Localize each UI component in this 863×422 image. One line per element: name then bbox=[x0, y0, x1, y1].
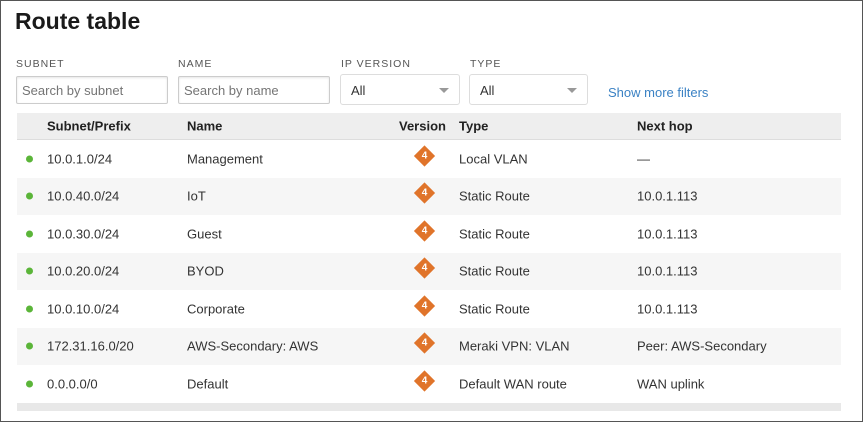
ipv4-badge-icon: 4 bbox=[413, 220, 436, 242]
ipv4-badge-icon: 4 bbox=[413, 370, 436, 392]
subnet-cell: 10.0.30.0/24 bbox=[47, 226, 120, 242]
ip-version-value: All bbox=[351, 83, 366, 98]
name-cell: Guest bbox=[187, 226, 222, 242]
chevron-down-icon bbox=[439, 88, 449, 93]
version-cell: 4 bbox=[421, 337, 428, 349]
name-cell: IoT bbox=[187, 188, 206, 204]
table-row[interactable]: 10.0.1.0/24 Management 4 Local VLAN — bbox=[17, 140, 841, 178]
next-hop-cell: Peer: AWS-Secondary bbox=[637, 338, 767, 354]
ipv4-badge-icon: 4 bbox=[413, 332, 436, 354]
name-cell: BYOD bbox=[187, 263, 224, 279]
horizontal-scrollbar[interactable] bbox=[17, 402, 841, 411]
version-cell: 4 bbox=[421, 150, 428, 162]
type-select[interactable]: All bbox=[469, 74, 588, 105]
route-table: Subnet/Prefix Name Version Type Next hop… bbox=[17, 113, 841, 411]
name-cell: Corporate bbox=[187, 301, 245, 317]
type-cell: Static Route bbox=[459, 301, 530, 317]
type-cell: Static Route bbox=[459, 188, 530, 204]
version-cell: 4 bbox=[421, 300, 428, 312]
column-header-next-hop[interactable]: Next hop bbox=[637, 119, 693, 134]
show-more-filters-link[interactable]: Show more filters bbox=[608, 85, 708, 100]
status-dot-icon bbox=[26, 155, 33, 163]
subnet-cell: 10.0.20.0/24 bbox=[47, 263, 120, 279]
version-cell: 4 bbox=[421, 375, 428, 387]
version-cell: 4 bbox=[421, 225, 428, 237]
type-cell: Meraki VPN: VLAN bbox=[459, 338, 570, 354]
table-row[interactable]: 172.31.16.0/20 AWS-Secondary: AWS 4 Mera… bbox=[17, 327, 841, 365]
next-hop-cell: WAN uplink bbox=[637, 376, 705, 392]
next-hop-cell: 10.0.1.113 bbox=[637, 301, 698, 317]
table-row[interactable]: 0.0.0.0/0 Default 4 Default WAN route WA… bbox=[17, 365, 841, 403]
type-cell: Static Route bbox=[459, 226, 530, 242]
type-filter-label: TYPE bbox=[470, 58, 502, 70]
ipv4-badge-icon: 4 bbox=[413, 295, 436, 317]
status-dot-icon bbox=[26, 342, 33, 350]
page-title: Route table bbox=[15, 8, 141, 34]
type-cell: Static Route bbox=[459, 263, 530, 279]
ip-version-select[interactable]: All bbox=[340, 74, 460, 105]
next-hop-cell: 10.0.1.113 bbox=[637, 226, 698, 242]
ip-version-filter-label: IP VERSION bbox=[341, 58, 411, 70]
name-cell: Default bbox=[187, 376, 229, 392]
version-cell: 4 bbox=[421, 187, 428, 199]
status-dot-icon bbox=[26, 192, 33, 200]
chevron-down-icon bbox=[567, 88, 577, 93]
subnet-cell: 0.0.0.0/0 bbox=[47, 376, 98, 392]
table-row[interactable]: 10.0.30.0/24 Guest 4 Static Route 10.0.1… bbox=[17, 215, 841, 253]
subnet-cell: 10.0.1.0/24 bbox=[47, 151, 113, 167]
next-hop-cell: — bbox=[637, 151, 650, 167]
ipv4-badge-icon: 4 bbox=[413, 182, 436, 204]
name-filter-label: NAME bbox=[178, 58, 213, 70]
next-hop-cell: 10.0.1.113 bbox=[637, 263, 698, 279]
ipv4-badge-icon: 4 bbox=[413, 257, 436, 279]
next-hop-cell: 10.0.1.113 bbox=[637, 188, 698, 204]
status-dot-icon bbox=[26, 230, 33, 238]
column-header-version[interactable]: Version bbox=[399, 119, 446, 134]
table-row[interactable]: 10.0.40.0/24 IoT 4 Static Route 10.0.1.1… bbox=[17, 177, 841, 215]
ipv4-badge-icon: 4 bbox=[413, 145, 436, 167]
type-cell: Default WAN route bbox=[459, 376, 567, 392]
column-header-name[interactable]: Name bbox=[187, 119, 222, 134]
name-cell: AWS-Secondary: AWS bbox=[187, 338, 319, 354]
type-value: All bbox=[480, 83, 495, 98]
column-header-subnet[interactable]: Subnet/Prefix bbox=[47, 119, 131, 134]
status-dot-icon bbox=[26, 267, 33, 275]
column-header-type[interactable]: Type bbox=[459, 119, 488, 134]
type-cell: Local VLAN bbox=[459, 151, 528, 167]
subnet-search-input[interactable] bbox=[16, 76, 168, 104]
subnet-cell: 10.0.10.0/24 bbox=[47, 301, 120, 317]
version-cell: 4 bbox=[421, 262, 428, 274]
name-search-input[interactable] bbox=[178, 76, 330, 104]
subnet-filter-label: SUBNET bbox=[16, 58, 65, 70]
table-header: Subnet/Prefix Name Version Type Next hop bbox=[17, 113, 841, 140]
status-dot-icon bbox=[26, 305, 33, 313]
subnet-cell: 172.31.16.0/20 bbox=[47, 338, 134, 354]
name-cell: Management bbox=[187, 151, 263, 167]
status-dot-icon bbox=[26, 380, 33, 388]
table-row[interactable]: 10.0.10.0/24 Corporate 4 Static Route 10… bbox=[17, 290, 841, 328]
table-row[interactable]: 10.0.20.0/24 BYOD 4 Static Route 10.0.1.… bbox=[17, 252, 841, 290]
subnet-cell: 10.0.40.0/24 bbox=[47, 188, 120, 204]
